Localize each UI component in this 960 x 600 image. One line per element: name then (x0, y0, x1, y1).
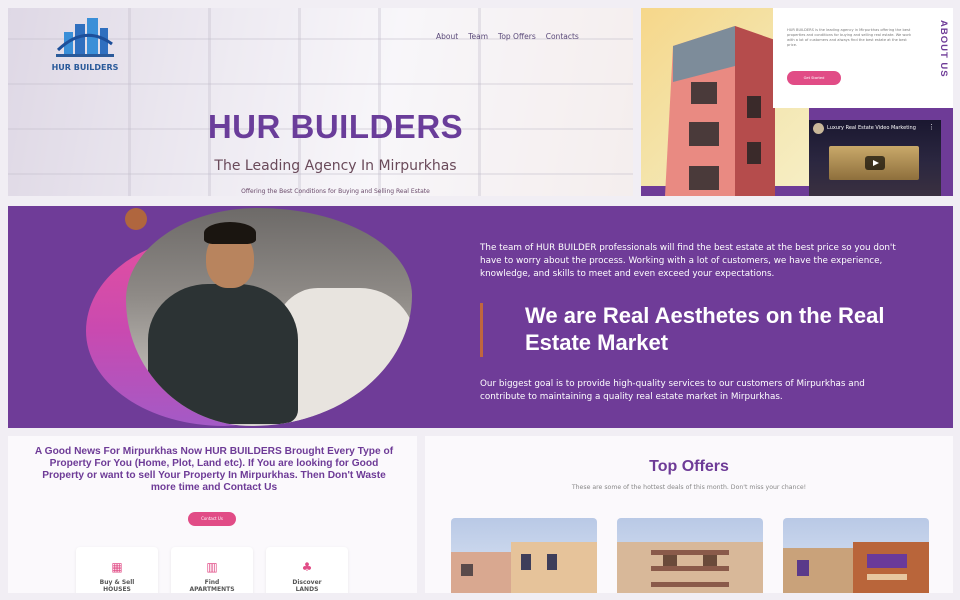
page: HUR BUILDERS About Team Top Offers Conta… (0, 0, 960, 600)
service-card-apartments[interactable]: ▥ Find APARTMENTS (171, 547, 253, 593)
card-line2: APARTMENTS (189, 586, 235, 593)
land-icon: ♣ (301, 560, 313, 574)
heading-accent-bar (480, 303, 483, 357)
offer-card[interactable] (783, 518, 929, 593)
team-goal-text: Our biggest goal is to provide high-qual… (480, 379, 865, 402)
apartment-icon: ▥ (206, 560, 218, 574)
news-section: A Good News For Mirpurkhas Now HUR BUILD… (8, 436, 417, 593)
about-text: HUR BUILDERS is the leading agency in Mi… (787, 28, 912, 47)
logo[interactable]: HUR BUILDERS (50, 14, 120, 72)
main-nav: About Team Top Offers Contacts (436, 32, 579, 41)
channel-avatar (813, 123, 824, 134)
team-section: The team of HUR BUILDER professionals wi… (8, 206, 953, 428)
card-line1: Buy & Sell (99, 579, 135, 586)
nav-about[interactable]: About (436, 32, 458, 41)
team-heading: We are Real Aesthetes on the Real Estate… (525, 303, 885, 355)
play-icon[interactable] (865, 156, 885, 170)
video-title: Luxury Real Estate Video Marketing (827, 125, 916, 131)
top-offers-section: Top Offers These are some of the hottest… (425, 436, 953, 593)
contact-us-button[interactable]: Contact Us (188, 512, 236, 526)
top-offers-title: Top Offers (649, 458, 729, 475)
video-player[interactable]: Luxury Real Estate Video Marketing ⋮ (809, 120, 941, 196)
service-card-lands[interactable]: ♣ Discover LANDS (266, 547, 348, 593)
about-card: HUR BUILDERS is the leading agency in Mi… (773, 8, 953, 108)
nav-team[interactable]: Team (468, 32, 488, 41)
hero-tagline: Offering the Best Conditions for Buying … (241, 188, 430, 195)
team-member-photo (126, 208, 412, 426)
top-offers-subtitle: These are some of the hottest deals of t… (571, 484, 807, 491)
logo-text: HUR BUILDERS (51, 63, 119, 72)
hero-section: HUR BUILDERS About Team Top Offers Conta… (8, 8, 633, 196)
about-section: HUR BUILDERS is the leading agency in Mi… (641, 8, 953, 196)
logo-icon (56, 18, 114, 57)
offer-card[interactable] (451, 518, 597, 593)
offer-card[interactable] (617, 518, 763, 593)
card-line2: LANDS (295, 586, 319, 593)
card-line1: Find (204, 579, 220, 586)
hero-title: HUR BUILDERS (207, 108, 464, 145)
card-line1: Discover (292, 579, 322, 586)
news-text: A Good News For Mirpurkhas Now HUR BUILD… (34, 446, 394, 493)
nav-contacts[interactable]: Contacts (546, 32, 579, 41)
hero-subtitle: The Leading Agency In Mirpurkhas (214, 158, 457, 174)
decorative-dot (125, 208, 147, 230)
nav-top-offers[interactable]: Top Offers (498, 32, 536, 41)
card-line2: HOUSES (103, 586, 131, 593)
get-started-button[interactable]: Get Started (787, 71, 841, 85)
more-options-icon[interactable]: ⋮ (928, 123, 935, 131)
team-intro-text: The team of HUR BUILDER professionals wi… (480, 243, 896, 279)
about-us-label: ABOUT US (938, 20, 949, 78)
service-card-houses[interactable]: ▦ Buy & Sell HOUSES (76, 547, 158, 593)
building-icon: ▦ (111, 560, 123, 574)
